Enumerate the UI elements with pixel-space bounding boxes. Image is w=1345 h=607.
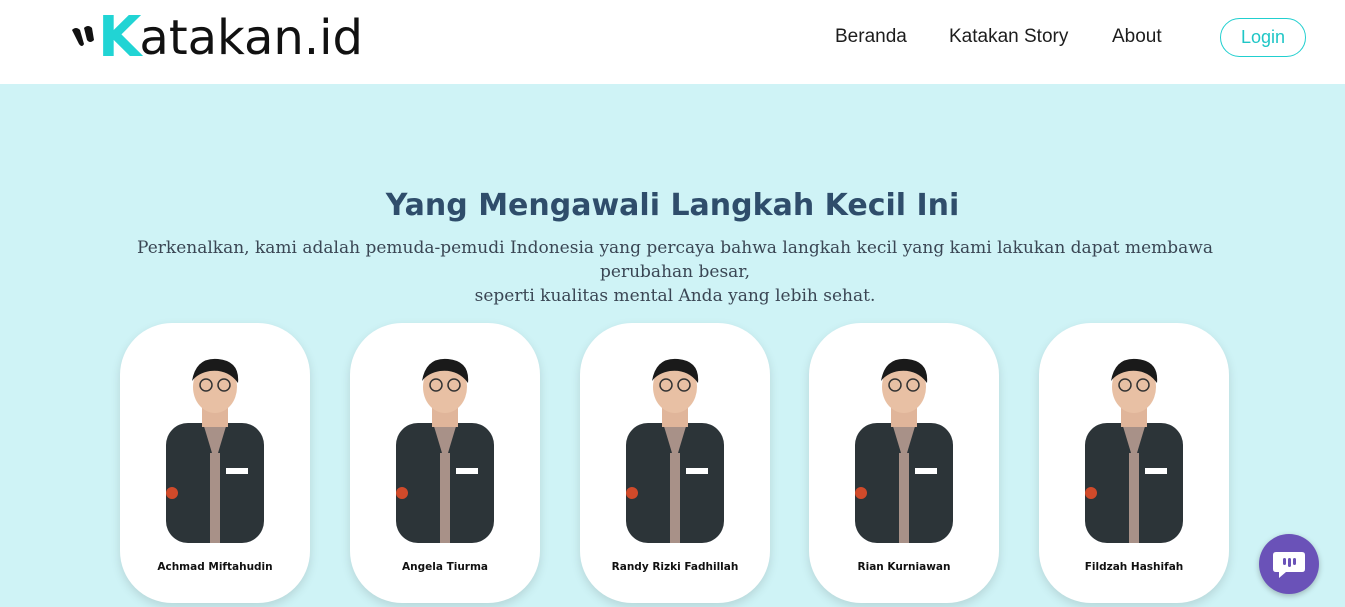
member-name: Fildzah Hashifah [1084,561,1184,573]
team-card: Achmad Miftahudin [120,323,310,603]
chat-button[interactable] [1259,534,1319,594]
subtitle-line-2: seperti kualitas mental Anda yang lebih … [474,286,876,306]
team-card: Angela Tiurma [350,323,540,603]
logo[interactable]: K atakan.id [70,5,363,70]
nav-about[interactable]: About [1112,26,1162,48]
nav-beranda[interactable]: Beranda [835,26,907,48]
nav-katakan-story[interactable]: Katakan Story [949,26,1068,48]
member-name: Achmad Miftahudin [157,561,273,573]
navbar: K atakan.id Beranda Katakan Story About … [0,0,1345,84]
section-title: Yang Mengawali Langkah Kecil Ini [385,188,960,223]
member-photo [855,358,953,543]
member-photo [166,358,264,543]
member-name: Randy Rizki Fadhillah [611,561,739,573]
team-card: Randy Rizki Fadhillah [580,323,770,603]
member-name: Rian Kurniawan [857,561,951,573]
chat-bubble-icon [1273,552,1305,578]
logo-mark-icon [70,18,98,58]
team-card: Rian Kurniawan [809,323,999,603]
subtitle-line-1: Perkenalkan, kami adalah pemuda-pemudi I… [137,238,1213,282]
logo-wordmark: atakan.id [139,10,363,66]
login-button[interactable]: Login [1220,18,1306,57]
member-photo [1085,358,1183,543]
member-photo [396,358,494,543]
team-card: Fildzah Hashifah [1039,323,1229,603]
member-name: Angela Tiurma [401,561,489,573]
section-subtitle: Perkenalkan, kami adalah pemuda-pemudi I… [90,236,1260,308]
member-photo [626,358,724,543]
logo-letter-k: K [98,5,141,70]
